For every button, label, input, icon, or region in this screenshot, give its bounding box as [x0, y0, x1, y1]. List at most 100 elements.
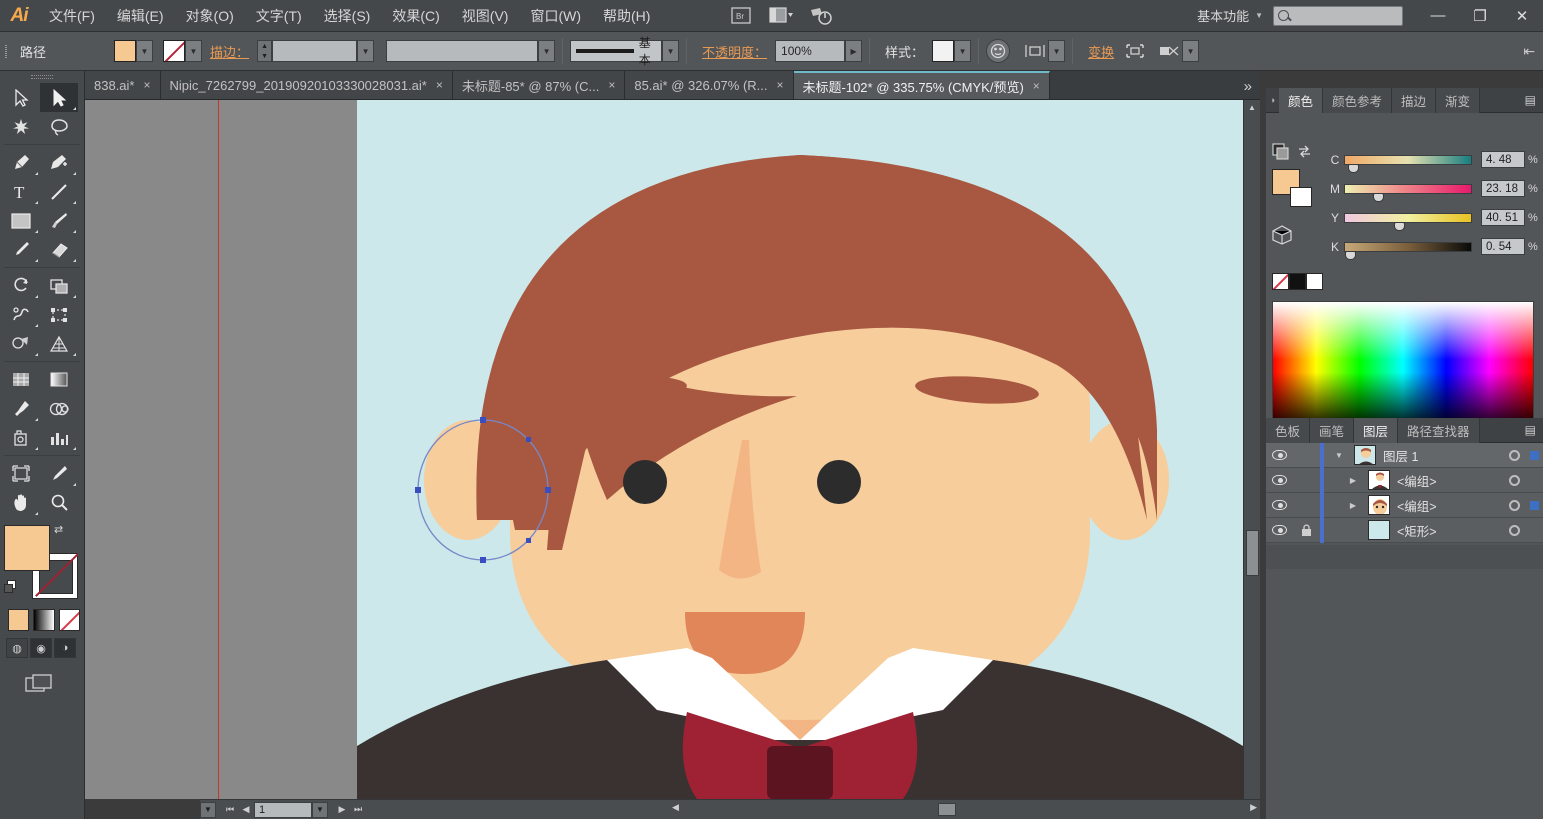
fill-dropdown-icon[interactable]: ▼ [136, 40, 153, 62]
last-page-icon[interactable]: ⏭ [350, 802, 366, 818]
doc-tab-close-icon[interactable]: × [143, 78, 150, 92]
line-segment-tool-icon[interactable] [40, 177, 78, 206]
type-tool-icon[interactable]: T [2, 177, 40, 206]
layer-lock-toggle[interactable] [1293, 524, 1320, 537]
scroll-up-icon[interactable]: ▲ [1244, 100, 1260, 115]
blend-tool-icon[interactable] [40, 394, 78, 423]
stroke-weight-field[interactable] [272, 40, 357, 62]
layer-row-2[interactable]: ▶ <编组> [1266, 493, 1543, 518]
doc-tab-3[interactable]: 85.ai* @ 326.07% (R... × [625, 71, 793, 99]
stroke-swatch-none[interactable] [163, 40, 185, 62]
recolor-artwork-icon[interactable] [986, 39, 1010, 63]
default-fill-stroke-icon[interactable] [4, 580, 19, 595]
slider-track-c[interactable] [1344, 155, 1472, 165]
layer-name[interactable]: 图层 1 [1383, 446, 1503, 465]
prev-page-icon[interactable]: ◀ [238, 802, 254, 818]
page-number-field[interactable]: 1 [254, 802, 312, 818]
mask-icon[interactable] [1156, 38, 1182, 64]
stroke-label[interactable]: 描边： [202, 42, 257, 61]
layer-selection-indicator[interactable] [1525, 501, 1543, 510]
menu-file[interactable]: 文件(F) [38, 0, 106, 32]
stroke-color-control[interactable]: ▼ [163, 40, 202, 62]
menu-object[interactable]: 对象(O) [175, 0, 245, 32]
channel-value-k[interactable]: 0. 54 [1481, 238, 1525, 255]
doc-tab-4[interactable]: 未标题-102* @ 335.75% (CMYK/预览) × [794, 71, 1050, 99]
layers-panel-menu-icon[interactable]: ▤ [1518, 423, 1543, 437]
minimize-button[interactable]: — [1417, 0, 1459, 32]
control-bar-grip[interactable] [0, 32, 12, 71]
column-graph-tool-icon[interactable] [40, 423, 78, 452]
align-icon[interactable] [1022, 38, 1048, 64]
layer-visibility-toggle[interactable] [1266, 450, 1293, 460]
artboard[interactable] [357, 100, 1243, 799]
slider-knob-c[interactable] [1348, 164, 1359, 173]
brush-definition-preview[interactable]: 基本 [570, 40, 662, 62]
rectangle-tool-icon[interactable] [2, 206, 40, 235]
shape-builder-tool-icon[interactable] [2, 329, 40, 358]
tab-swatches[interactable]: 色板 [1266, 418, 1310, 443]
channel-value-y[interactable]: 40. 51 [1481, 209, 1525, 226]
color-spectrum-ramp[interactable] [1272, 301, 1534, 431]
scroll-left-icon[interactable]: ◀ [672, 802, 679, 813]
channel-value-c[interactable]: 4. 48 [1481, 151, 1525, 168]
graphic-style-swatch[interactable] [932, 40, 954, 62]
tab-color-guide[interactable]: 颜色参考 [1323, 88, 1392, 113]
menu-type[interactable]: 文字(T) [245, 0, 313, 32]
pencil-tool-icon[interactable] [2, 235, 40, 264]
page-dropdown-icon[interactable]: ▼ [312, 802, 328, 818]
layer-row-0[interactable]: ▼ 图层 1 [1266, 443, 1543, 468]
slider-track-m[interactable] [1344, 184, 1472, 194]
color-panel-stroke-swatch[interactable] [1290, 187, 1312, 207]
fill-stroke-indicator-icon[interactable] [1272, 143, 1289, 163]
add-anchor-point-tool-icon[interactable] [40, 148, 78, 177]
slider-knob-k[interactable] [1345, 251, 1356, 260]
doc-tab-0[interactable]: 838.ai* × [85, 71, 161, 99]
doc-tab-close-icon[interactable]: × [1033, 79, 1040, 93]
slider-track-k[interactable] [1344, 242, 1472, 252]
scroll-right-icon[interactable]: ▶ [1250, 802, 1257, 813]
workspace-switcher[interactable]: 基本功能 [1191, 6, 1255, 25]
opacity-label[interactable]: 不透明度： [694, 42, 775, 61]
layer-target-icon[interactable] [1503, 500, 1525, 511]
stroke-weight-stepper[interactable]: ▲▼ [257, 40, 272, 62]
fill-color-control[interactable]: ▼ [114, 40, 153, 62]
color-panel-menu-icon[interactable]: ▤ [1518, 93, 1543, 107]
color-mode-color-icon[interactable] [8, 609, 29, 631]
isolate-group-icon[interactable] [1122, 38, 1148, 64]
control-bar-menu-icon[interactable]: ⇤ [1523, 43, 1543, 60]
layer-row-3[interactable]: <矩形> [1266, 518, 1543, 543]
eyedropper-tool-icon[interactable] [2, 394, 40, 423]
fill-color-box[interactable] [4, 525, 50, 571]
layer-target-icon[interactable] [1503, 475, 1525, 486]
draw-inside-icon[interactable]: ◑ [54, 638, 76, 658]
transform-label[interactable]: 变换 [1080, 42, 1122, 61]
menu-view[interactable]: 视图(V) [451, 0, 520, 32]
slider-knob-m[interactable] [1373, 193, 1384, 202]
canvas-vertical-scrollbar[interactable]: ▲ [1243, 100, 1260, 799]
stock-power-icon[interactable] [804, 3, 838, 29]
selection-tool-icon[interactable] [40, 83, 78, 112]
draw-normal-icon[interactable]: ◍ [6, 638, 28, 658]
tab-stroke[interactable]: 描边 [1392, 88, 1436, 113]
menu-effect[interactable]: 效果(C) [381, 0, 450, 32]
doc-tab-close-icon[interactable]: × [608, 78, 615, 92]
stroke-dropdown-icon[interactable]: ▼ [185, 40, 202, 62]
menu-window[interactable]: 窗口(W) [519, 0, 592, 32]
screen-mode-icon[interactable] [24, 672, 84, 701]
scale-tool-icon[interactable] [40, 271, 78, 300]
tab-brushes[interactable]: 画笔 [1310, 418, 1354, 443]
pen-tool-icon[interactable] [2, 148, 40, 177]
doc-tab-1[interactable]: Nipic_7262799_20190920103330028031.ai* × [161, 71, 453, 99]
color-panel-collapse-icon[interactable]: ◑ [1266, 95, 1279, 105]
hand-tool-icon[interactable] [2, 488, 40, 517]
perspective-grid-tool-icon[interactable] [40, 329, 78, 358]
menu-select[interactable]: 选择(S) [313, 0, 382, 32]
mask-dropdown-icon[interactable]: ▼ [1182, 40, 1199, 62]
tab-gradient[interactable]: 渐变 [1436, 88, 1480, 113]
layer-name[interactable]: <编组> [1397, 471, 1503, 490]
graphic-style-dropdown-icon[interactable]: ▼ [954, 40, 971, 62]
tab-overflow-icon[interactable]: » [1236, 78, 1260, 99]
draw-behind-icon[interactable]: ◉ [30, 638, 52, 658]
symbol-sprayer-tool-icon[interactable] [2, 423, 40, 452]
mesh-tool-icon[interactable] [2, 365, 40, 394]
